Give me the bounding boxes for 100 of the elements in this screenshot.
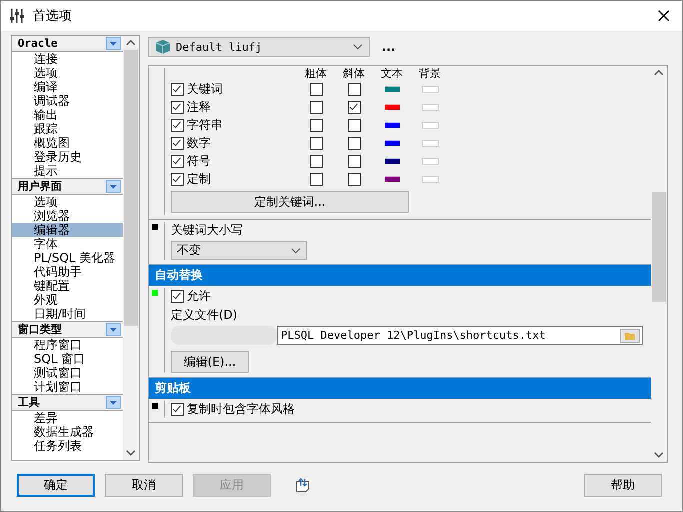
profile-dropdown[interactable]: Default liufj (148, 37, 370, 57)
box-icon (155, 39, 171, 55)
section-header: 自动替换 (149, 265, 651, 286)
window-title: 首选项 (33, 8, 73, 25)
dialog-button[interactable]: 取消 (105, 474, 183, 496)
checkbox[interactable] (310, 82, 322, 96)
sidebar-item[interactable]: 键配置 (12, 279, 123, 293)
color-swatch[interactable] (384, 86, 400, 92)
checkbox[interactable] (348, 154, 360, 168)
sidebar-item[interactable]: 差异 (12, 411, 123, 425)
scrollbar[interactable] (123, 36, 139, 460)
checkbox[interactable] (310, 100, 322, 114)
collapse-icon[interactable] (106, 37, 121, 50)
sidebar-item[interactable]: 提示 (12, 164, 123, 178)
sidebar-item[interactable]: 连接 (12, 52, 123, 66)
sidebar-item[interactable]: 数据生成器 (12, 425, 123, 439)
checkbox-label: 关键词 (187, 80, 223, 98)
group-header[interactable]: 用户界面 (12, 178, 123, 195)
more-button[interactable]: ... (382, 40, 396, 54)
color-swatch[interactable] (422, 176, 438, 182)
scroll-up-icon[interactable] (126, 39, 136, 47)
color-swatch[interactable] (384, 176, 400, 182)
sidebar-item[interactable]: 跟踪 (12, 122, 123, 136)
sidebar-item[interactable]: SQL 窗口 (12, 352, 123, 366)
sidebar-item[interactable]: 任务列表 (12, 439, 123, 453)
sidebar-item[interactable]: 选项 (12, 66, 123, 80)
page-arrows-icon[interactable] (295, 477, 311, 493)
checkbox[interactable] (171, 290, 184, 303)
sidebar-item[interactable]: 日期/时间 (12, 307, 123, 321)
sidebar-item[interactable]: 登录历史 (12, 150, 123, 164)
checkbox[interactable] (171, 172, 184, 186)
sliders-icon (9, 8, 25, 24)
column-header: 斜体 (342, 68, 366, 79)
checkbox[interactable] (310, 136, 322, 150)
checkbox-label: 允许 (187, 288, 211, 305)
scroll-thumb[interactable] (652, 192, 666, 302)
checkbox[interactable] (348, 172, 360, 186)
group-header[interactable]: 窗口类型 (12, 321, 123, 338)
color-swatch[interactable] (384, 104, 400, 110)
sidebar-item[interactable]: 输出 (12, 108, 123, 122)
field-label: 关键词大小写 (171, 222, 243, 239)
checkbox[interactable] (310, 154, 322, 168)
checkbox-label: 符号 (187, 152, 211, 170)
checkbox[interactable] (171, 100, 184, 114)
sidebar-item[interactable]: 外观 (12, 293, 123, 307)
help-button[interactable]: 帮助 (584, 474, 662, 496)
sidebar-item[interactable]: 概览图 (12, 136, 123, 150)
group-header[interactable]: Oracle (12, 36, 123, 52)
checkbox[interactable] (171, 136, 184, 150)
sidebar-item[interactable]: 计划窗口 (12, 380, 123, 394)
checkbox-label: 复制时包含字体风格 (187, 401, 295, 418)
sidebar-item[interactable]: 编译 (12, 80, 123, 94)
sidebar-item[interactable]: 编辑器 (12, 223, 123, 237)
color-swatch[interactable] (422, 140, 438, 146)
checkbox[interactable] (348, 82, 360, 96)
color-swatch[interactable] (384, 122, 400, 128)
sidebar-item[interactable]: 浏览器 (12, 209, 123, 223)
sidebar-item[interactable]: 代码助手 (12, 265, 123, 279)
collapse-icon[interactable] (106, 323, 121, 336)
sidebar-item[interactable]: PL/SQL 美化器 (12, 251, 123, 265)
collapse-icon[interactable] (106, 180, 121, 193)
color-swatch[interactable] (384, 158, 400, 164)
color-swatch[interactable] (384, 140, 400, 146)
checkbox-label: 数字 (187, 134, 211, 152)
checkbox-label: 注释 (187, 98, 211, 116)
edit-button[interactable]: 编辑(E)... (171, 351, 249, 373)
checkbox[interactable] (348, 100, 360, 114)
case-dropdown[interactable]: 不变 (171, 241, 307, 260)
color-swatch[interactable] (422, 86, 438, 92)
field-label: 定义文件(D) (171, 307, 238, 324)
close-icon[interactable] (658, 10, 670, 22)
dialog-button[interactable]: 确定 (17, 474, 95, 496)
scroll-up-icon[interactable] (654, 69, 664, 77)
sidebar-item[interactable]: 调试器 (12, 94, 123, 108)
color-swatch[interactable] (422, 158, 438, 164)
scroll-thumb[interactable] (124, 50, 138, 326)
checkbox[interactable] (310, 172, 322, 186)
chevron-down-icon (291, 248, 301, 254)
color-swatch[interactable] (422, 104, 438, 110)
sidebar-item[interactable]: 测试窗口 (12, 366, 123, 380)
sidebar-item[interactable]: 选项 (12, 195, 123, 209)
checkbox[interactable] (310, 118, 322, 132)
color-swatch[interactable] (422, 122, 438, 128)
checkbox[interactable] (171, 82, 184, 96)
sidebar-item[interactable]: 字体 (12, 237, 123, 251)
checkbox[interactable] (171, 154, 184, 168)
group-header[interactable]: 工具 (12, 394, 123, 411)
checkbox[interactable] (171, 403, 184, 416)
collapse-icon[interactable] (106, 396, 121, 409)
scroll-down-icon[interactable] (654, 451, 664, 459)
file-path-field[interactable]: PLSQL Developer 12\PlugIns\shortcuts.txt (277, 326, 643, 345)
column-header: 文本 (380, 68, 404, 79)
scroll-down-icon[interactable] (126, 449, 136, 457)
column-header: 背景 (418, 68, 442, 79)
sidebar-item[interactable]: 程序窗口 (12, 338, 123, 352)
checkbox[interactable] (348, 118, 360, 132)
checkbox[interactable] (171, 118, 184, 132)
checkbox[interactable] (348, 136, 360, 150)
custom-keywords-button[interactable]: 定制关键词... (171, 191, 409, 213)
column-header: 粗体 (304, 68, 328, 79)
